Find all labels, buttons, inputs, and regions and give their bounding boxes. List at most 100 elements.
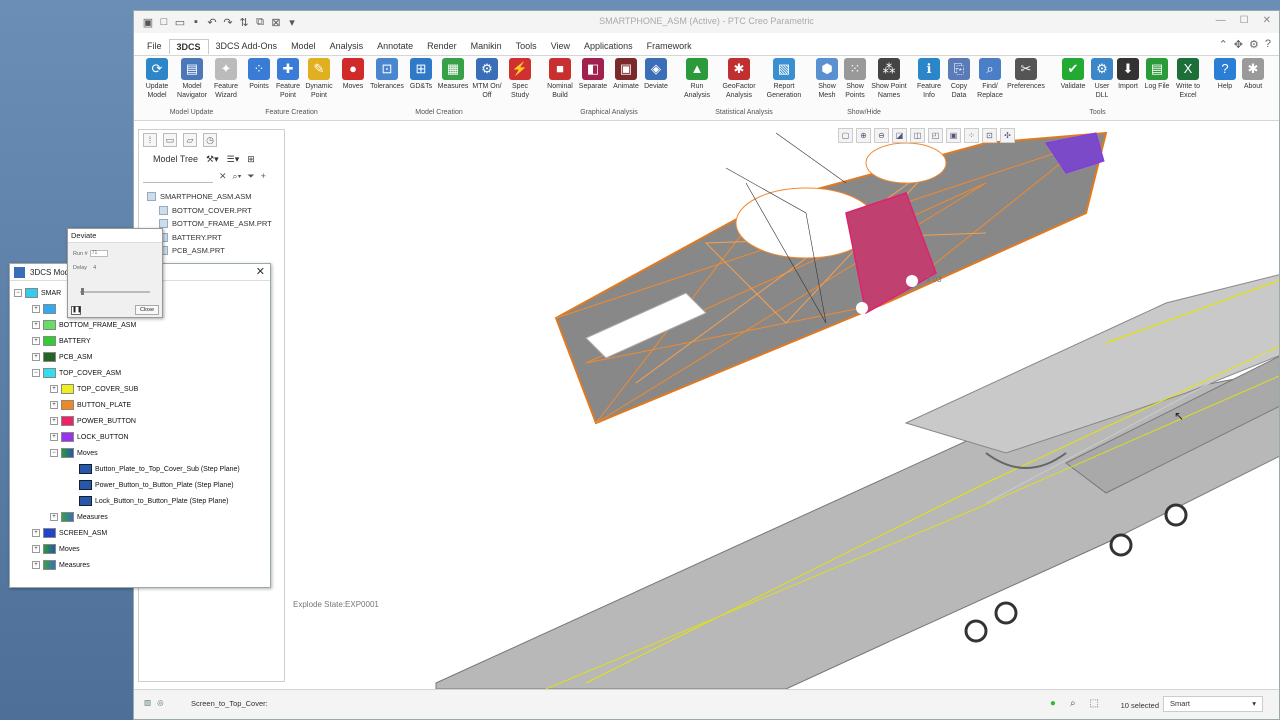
tab-analysis[interactable]: Analysis [323, 39, 371, 53]
add-icon[interactable]: + [261, 171, 266, 181]
close-icon[interactable]: ✕ [256, 265, 265, 278]
dcs-tree-row[interactable]: Power_Button_to_Button_Plate (Step Plane… [14, 477, 266, 493]
dcs-tree-row[interactable]: + BATTERY [14, 333, 266, 349]
dcs-tree-row[interactable]: − TOP_COVER_ASM [14, 365, 266, 381]
graphics-viewport[interactable]: ▢ ⊕ ⊖ ◪ ◫ ◰ ▣ ⁘ ⊡ ✣ 3 03 Explode State:E… [286, 123, 1279, 689]
zoom-out-icon[interactable]: ⊖ [874, 128, 889, 143]
tab-3dcs-add-ons[interactable]: 3DCS Add-Ons [209, 39, 285, 53]
about-button[interactable]: ✱ About [1233, 58, 1273, 91]
delay-slider-handle[interactable] [81, 288, 84, 295]
run-number-field[interactable]: 71 [89, 250, 108, 257]
tree-item[interactable]: BOTTOM_FRAME_ASM.PRT [147, 217, 284, 231]
dcs-tree-row[interactable]: Lock_Button_to_Button_Plate (Step Plane) [14, 493, 266, 509]
tab-model[interactable]: Model [284, 39, 323, 53]
repaint-icon[interactable]: ◪ [892, 128, 907, 143]
tab-framework[interactable]: Framework [640, 39, 699, 53]
collapse-icon[interactable]: − [50, 449, 58, 457]
refit-icon[interactable]: ▢ [838, 128, 853, 143]
history-icon[interactable]: ◷ [203, 133, 217, 147]
select-box-icon[interactable]: ⬚ [1090, 698, 1099, 709]
tree-item[interactable]: BOTTOM_COVER.PRT [147, 204, 284, 218]
tree-search-input[interactable] [143, 170, 213, 183]
expand-icon[interactable]: + [50, 385, 58, 393]
collapse-icon[interactable]: − [32, 369, 40, 377]
filter-icon[interactable]: ⏷ [247, 171, 254, 182]
tab-file[interactable]: File [140, 39, 169, 53]
maximize-icon[interactable]: ☐ [1240, 15, 1249, 26]
settings-icon[interactable]: ⚙ [1249, 38, 1259, 51]
tab-applications[interactable]: Applications [577, 39, 640, 53]
dcs-tree-row[interactable]: + POWER_BUTTON [14, 413, 266, 429]
dcs-tree-row[interactable]: + LOCK_BUTTON [14, 429, 266, 445]
dcs-tree-row[interactable]: + TOP_COVER_SUB [14, 381, 266, 397]
expand-icon[interactable]: + [50, 433, 58, 441]
show-point-names-button[interactable]: ⁂ Show Point Names [869, 58, 909, 100]
clear-search-icon[interactable]: ✕ [219, 171, 227, 182]
expand-icon[interactable]: + [32, 353, 40, 361]
datum-display-icon[interactable]: ⁘ [964, 128, 979, 143]
expand-icon[interactable]: + [32, 337, 40, 345]
tab-manikin[interactable]: Manikin [464, 39, 509, 53]
run-analysis-button[interactable]: ▲ Run Analysis [677, 58, 717, 100]
browser-icon[interactable]: ◎ [157, 698, 164, 707]
annotation-display-icon[interactable]: ⊡ [982, 128, 997, 143]
close-icon[interactable]: ✕ [1263, 15, 1271, 26]
dcs-tree-row[interactable]: + Measures [14, 509, 266, 525]
tree-split-icon[interactable]: ⊞ [247, 154, 255, 165]
help-icon[interactable]: ? [1265, 38, 1271, 51]
find-icon[interactable]: ⌕▾ [233, 171, 242, 182]
expand-icon[interactable]: + [32, 561, 40, 569]
dcs-tree-row[interactable]: − Moves [14, 445, 266, 461]
expand-icon[interactable]: + [50, 513, 58, 521]
update-model-button[interactable]: ⟳ Update Model [137, 58, 177, 100]
spec-study-button[interactable]: ⚡ Spec Study [500, 58, 540, 100]
deviate-button[interactable]: ◈ Deviate [636, 58, 676, 91]
geofactor-analysis-button[interactable]: ✱ GeoFactor Analysis [719, 58, 759, 100]
tab-view[interactable]: View [544, 39, 577, 53]
report-generation-button[interactable]: ▧ Report Generation [764, 58, 804, 100]
delay-slider-track[interactable] [80, 291, 150, 293]
tree-item[interactable]: SMARTPHONE_ASM.ASM [147, 190, 284, 204]
dcs-tree-row[interactable]: + SCREEN_ASM [14, 525, 266, 541]
tab-3dcs[interactable]: 3DCS [168, 38, 209, 54]
dcs-tree-row[interactable]: + BOTTOM_FRAME_ASM [14, 317, 266, 333]
dcs-tree-row[interactable]: + Moves [14, 541, 266, 557]
tab-tools[interactable]: Tools [509, 39, 544, 53]
saved-orientations-icon[interactable]: ◰ [928, 128, 943, 143]
spin-center-icon[interactable]: ✣ [1000, 128, 1015, 143]
expand-icon[interactable]: + [32, 529, 40, 537]
tree-settings-icon[interactable]: ⚒▾ [206, 154, 219, 165]
dcs-tree-row[interactable]: + BUTTON_PLATE [14, 397, 266, 413]
expand-icon[interactable]: + [32, 305, 40, 313]
toggle-navigator-icon[interactable]: ▥ [144, 698, 151, 707]
tab-render[interactable]: Render [420, 39, 464, 53]
tree-item[interactable]: BATTERY.PRT [147, 231, 284, 245]
selection-filter-select[interactable]: Smart ▾ [1163, 696, 1263, 712]
collapse-icon[interactable]: − [14, 289, 22, 297]
find-replace-button[interactable]: ⌕ Find/Replace [970, 58, 1010, 100]
favorites-icon[interactable]: ▱ [183, 133, 197, 147]
display-style-icon[interactable]: ◫ [910, 128, 925, 143]
preferences-button[interactable]: ✂ Preferences [1006, 58, 1046, 91]
expand-icon[interactable]: + [32, 321, 40, 329]
expand-icon[interactable]: + [50, 417, 58, 425]
minimize-icon[interactable]: — [1216, 15, 1226, 26]
dcs-tree-row[interactable]: + PCB_ASM [14, 349, 266, 365]
pause-button[interactable]: ❚❚ [71, 306, 82, 315]
find-icon[interactable]: ⌕ [1070, 698, 1076, 709]
tree-columns-icon[interactable]: ☰▾ [227, 154, 240, 165]
expand-icon[interactable]: + [50, 401, 58, 409]
community-icon[interactable]: ✥ [1234, 38, 1243, 51]
dcs-tree-row[interactable]: + Measures [14, 557, 266, 573]
model-tree-tab-icon[interactable]: ⁞ [143, 133, 157, 147]
expand-icon[interactable]: + [32, 545, 40, 553]
tab-annotate[interactable]: Annotate [370, 39, 420, 53]
dcs-tree-row[interactable]: Button_Plate_to_Top_Cover_Sub (Step Plan… [14, 461, 266, 477]
write-to-excel-button[interactable]: X Write to Excel [1168, 58, 1208, 100]
zoom-in-icon[interactable]: ⊕ [856, 128, 871, 143]
folder-browser-icon[interactable]: ▭ [163, 133, 177, 147]
view-manager-icon[interactable]: ▣ [946, 128, 961, 143]
collapse-ribbon-icon[interactable]: ⌃ [1219, 38, 1228, 51]
close-button[interactable]: Close [135, 305, 159, 315]
tree-item[interactable]: PCB_ASM.PRT [147, 244, 284, 258]
